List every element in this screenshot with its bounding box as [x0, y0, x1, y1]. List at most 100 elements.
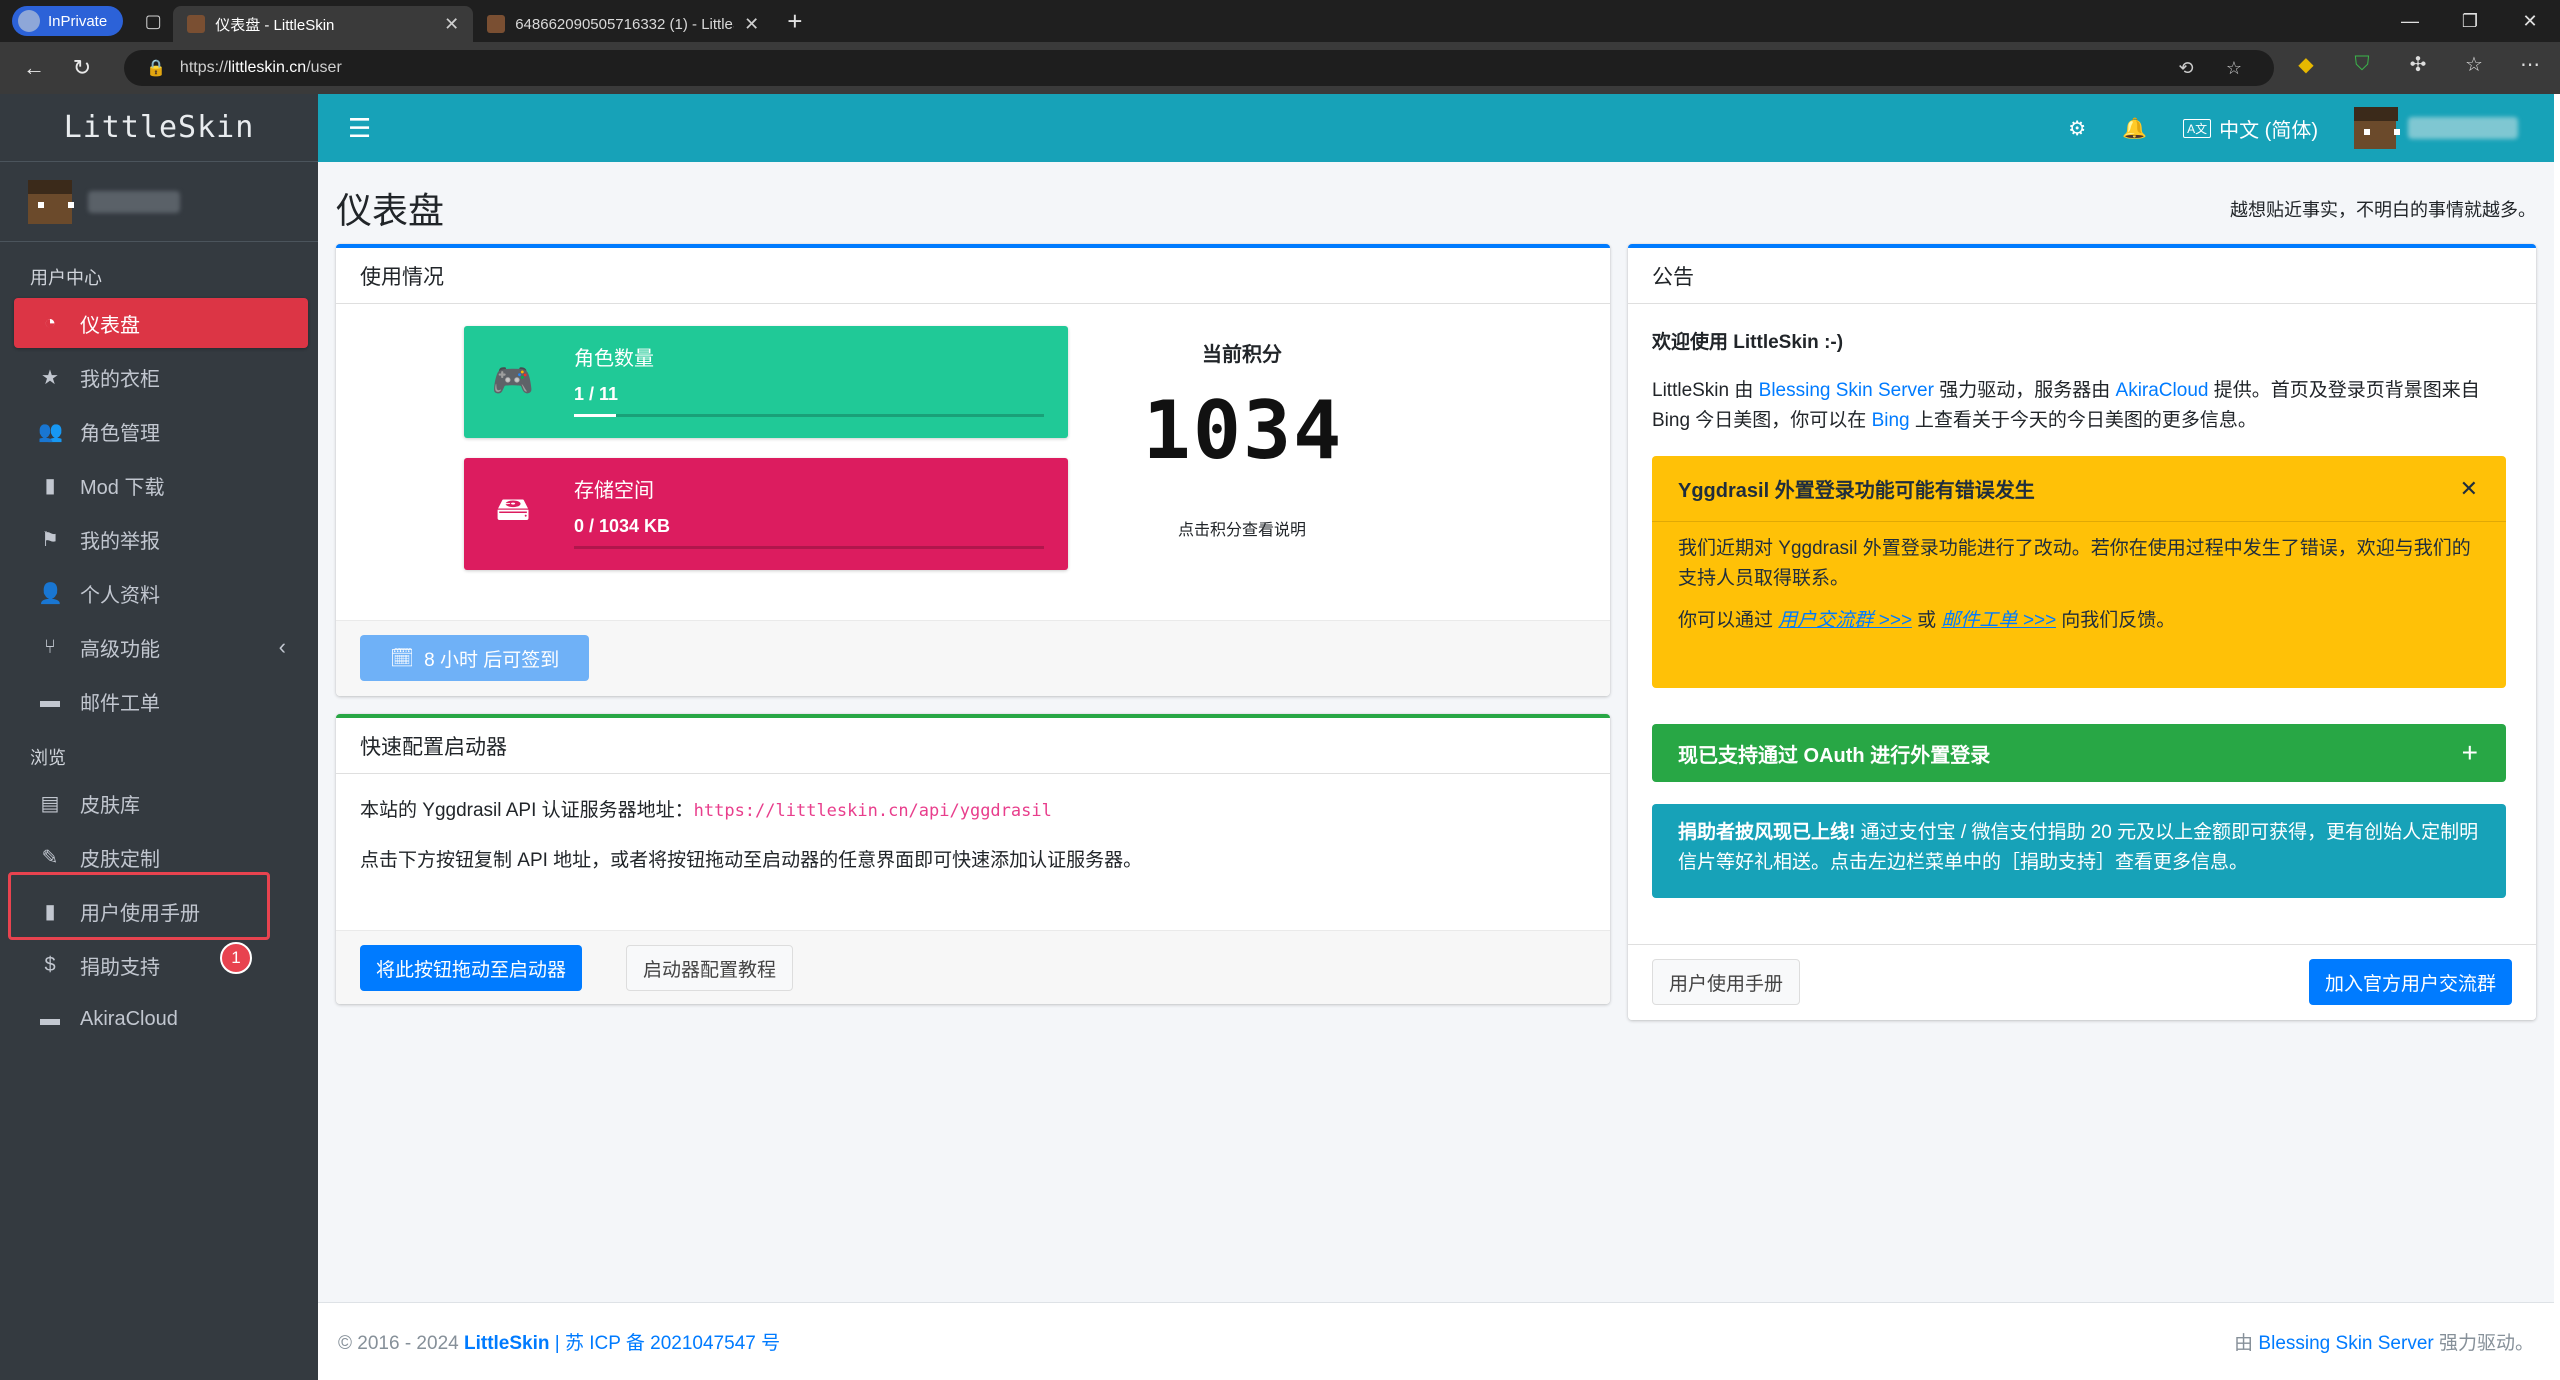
storage-progress: [574, 546, 1044, 549]
akiracloud-link[interactable]: AkiraCloud: [2116, 380, 2209, 401]
close-icon[interactable]: ✕: [2460, 476, 2478, 502]
warning-body: 我们近期对 Yggdrasil 外置登录功能进行了改动。若你在使用过程中发生了错…: [1678, 538, 2471, 631]
sidebar-item-advanced[interactable]: ⑂ 高级功能 ‹: [14, 622, 308, 672]
favorite-star-icon[interactable]: ☆: [2214, 54, 2254, 82]
puzzle-icon[interactable]: ✣: [2398, 50, 2438, 78]
browser-toolbar: ← ↻ 🔒 https://littleskin.cn/user ⟲ ☆ ◆ ⛉…: [0, 42, 2560, 94]
user-panel[interactable]: [0, 162, 318, 242]
server-icon: ▬: [40, 689, 60, 712]
drag-to-launcher-button[interactable]: 将此按钮拖动至启动器: [360, 945, 583, 991]
sidebar-item-tickets[interactable]: ▬ 邮件工单: [14, 676, 308, 726]
sidebar-item-label: 我的衣柜: [80, 368, 160, 391]
tab-dashboard[interactable]: 仪表盘 - LittleSkin ✕: [173, 6, 474, 42]
icp-link[interactable]: | 苏 ICP 备 2021047547 号: [550, 1333, 780, 1354]
refresh-icon[interactable]: ↻: [58, 48, 106, 88]
back-icon[interactable]: ←: [10, 48, 58, 88]
welcome-heading: 欢迎使用 LittleSkin :-): [1652, 332, 1844, 353]
browser-titlebar: InPrivate ▢ 仪表盘 - LittleSkin ✕ 648662090…: [0, 0, 2560, 42]
sidebar-item-profile[interactable]: 👤 个人资料: [14, 568, 308, 618]
api-address-line: 本站的 Yggdrasil API 认证服务器地址：https://little…: [360, 800, 1052, 821]
dashboard-icon: ◔: [43, 311, 57, 334]
chevron-left-icon: ‹: [278, 634, 286, 659]
sidebar-item-donate[interactable]: $ 捐助支持: [14, 940, 308, 990]
sidebar-item-closet[interactable]: ★ 我的衣柜: [14, 352, 308, 402]
score-title: 当前积分: [1202, 344, 1282, 366]
brand-logo[interactable]: LittleSkin: [0, 94, 318, 162]
roles-info-box: 🎮 角色数量 1 / 11: [464, 326, 1068, 438]
launcher-card: 快速配置启动器 本站的 Yggdrasil API 认证服务器地址：https:…: [336, 714, 1610, 1004]
sidebar-item-label: 皮肤定制: [80, 848, 160, 871]
tab-close-icon[interactable]: ✕: [444, 14, 459, 35]
card-header: 使用情况: [336, 248, 1610, 304]
sidebar: LittleSkin 用户中心 ◔ 仪表盘 ★ 我的衣柜 👥 角色管理 ▮ Mo…: [0, 94, 318, 1380]
url-text: https://littleskin.cn/user: [179, 59, 342, 76]
bell-icon[interactable]: 🔔: [2122, 116, 2147, 141]
favorites-icon[interactable]: ☆: [2454, 50, 2494, 78]
users-icon: 👥: [38, 420, 63, 443]
close-window-icon[interactable]: ✕: [2500, 0, 2560, 42]
roles-value: 1 / 11: [574, 384, 619, 404]
content-area: 仪表盘 越想贴近事实，不明白的事情就越多。 使用情况 🎮 角色数量 1 / 11…: [318, 162, 2554, 1302]
tab-favicon-icon: [487, 15, 506, 33]
user-menu[interactable]: [2354, 107, 2518, 149]
tab-close-icon[interactable]: ✕: [744, 14, 759, 35]
shield-extension-icon[interactable]: ⛉: [2342, 50, 2382, 78]
nav-header-user-center: 用户中心: [30, 268, 102, 288]
score-value[interactable]: 1034: [1118, 384, 1368, 477]
address-bar[interactable]: 🔒 https://littleskin.cn/user ⟲ ☆: [124, 50, 2274, 86]
sidebar-item-label: 仪表盘: [80, 314, 140, 337]
extension-icon[interactable]: ◆: [2286, 50, 2326, 78]
settings-gear-icon[interactable]: ⚙: [2068, 116, 2086, 141]
sidebar-item-dashboard[interactable]: ◔ 仪表盘: [14, 298, 308, 348]
oauth-callout[interactable]: 现已支持通过 OAuth 进行外置登录 +: [1652, 724, 2506, 782]
warning-title: Yggdrasil 外置登录功能可能有错误发生 ✕: [1652, 456, 2506, 522]
inprivate-badge[interactable]: InPrivate: [12, 6, 124, 36]
mail-ticket-link[interactable]: 邮件工单 >>>: [1941, 610, 2056, 631]
calendar-check-icon: 🗓: [390, 648, 415, 669]
sidebar-item-mod-download[interactable]: ▮ Mod 下载: [14, 460, 308, 510]
donate-bold: 捐助者披风现已上线!: [1678, 822, 1856, 843]
page-title: 仪表盘: [336, 190, 445, 231]
flag-icon: ⚑: [41, 528, 59, 551]
roles-progress-fill: [574, 414, 617, 417]
user-group-link[interactable]: 用户交流群 >>>: [1778, 610, 1912, 631]
card-footer: 🗓 8 小时 后可签到: [336, 620, 1610, 696]
bing-link[interactable]: Bing: [1872, 410, 1910, 431]
more-icon[interactable]: ⋯: [2510, 50, 2550, 78]
blessing-skin-link[interactable]: Blessing Skin Server: [1759, 380, 1934, 401]
translate-icon[interactable]: ⟲: [2166, 54, 2206, 82]
sidebar-item-reports[interactable]: ⚑ 我的举报: [14, 514, 308, 564]
expand-plus-icon[interactable]: +: [2462, 737, 2478, 769]
top-navbar: ☰ ⚙ 🔔 A文 中文 (简体): [318, 94, 2554, 162]
sidebar-item-skinlib[interactable]: ▤ 皮肤库: [14, 778, 308, 828]
donate-icon: $: [44, 953, 56, 976]
site-link[interactable]: LittleSkin: [464, 1333, 550, 1354]
sign-in-button[interactable]: 🗓 8 小时 后可签到: [360, 635, 590, 681]
launcher-tutorial-button[interactable]: 启动器配置教程: [626, 945, 794, 991]
restore-icon[interactable]: ❐: [2440, 0, 2500, 42]
archive-icon: ▤: [40, 792, 60, 815]
join-group-button[interactable]: 加入官方用户交流群: [2308, 959, 2512, 1005]
sidebar-item-players[interactable]: 👥 角色管理: [14, 406, 308, 456]
tab-skin[interactable]: 648662090505716332 (1) - LittleSkin ✕: [473, 6, 773, 42]
powered-by: 由 Blessing Skin Server 强力驱动。: [2234, 1333, 2534, 1354]
sidebar-item-label: 皮肤库: [80, 794, 140, 817]
language-switcher[interactable]: A文 中文 (简体): [2183, 114, 2318, 143]
book-icon: ▮: [44, 474, 56, 497]
menu-toggle-icon[interactable]: ☰: [348, 113, 371, 144]
blessing-skin-footer-link[interactable]: Blessing Skin Server: [2258, 1333, 2433, 1354]
new-tab-icon[interactable]: +: [787, 6, 802, 37]
sign-in-label: 8 小时 后可签到: [424, 649, 560, 671]
tab-actions-icon[interactable]: ▢: [133, 5, 173, 37]
sidebar-item-akiracloud[interactable]: ▬ AkiraCloud: [14, 994, 308, 1044]
user-manual-button[interactable]: 用户使用手册: [1652, 959, 1801, 1005]
tab-title: 648662090505716332 (1) - LittleSkin: [515, 15, 734, 33]
branch-icon: ⑂: [44, 635, 56, 658]
sidebar-item-label: 个人资料: [80, 584, 160, 607]
minimize-icon[interactable]: —: [2380, 0, 2440, 42]
card-footer: 用户使用手册 加入官方用户交流群: [1628, 944, 2536, 1020]
profile-avatar-icon: [18, 10, 40, 32]
donate-callout: 捐助者披风现已上线! 通过支付宝 / 微信支付捐助 20 元及以上金额即可获得，…: [1652, 804, 2506, 898]
storage-value: 0 / 1034 KB: [574, 516, 671, 536]
sidebar-item-label: Mod 下载: [80, 476, 165, 499]
